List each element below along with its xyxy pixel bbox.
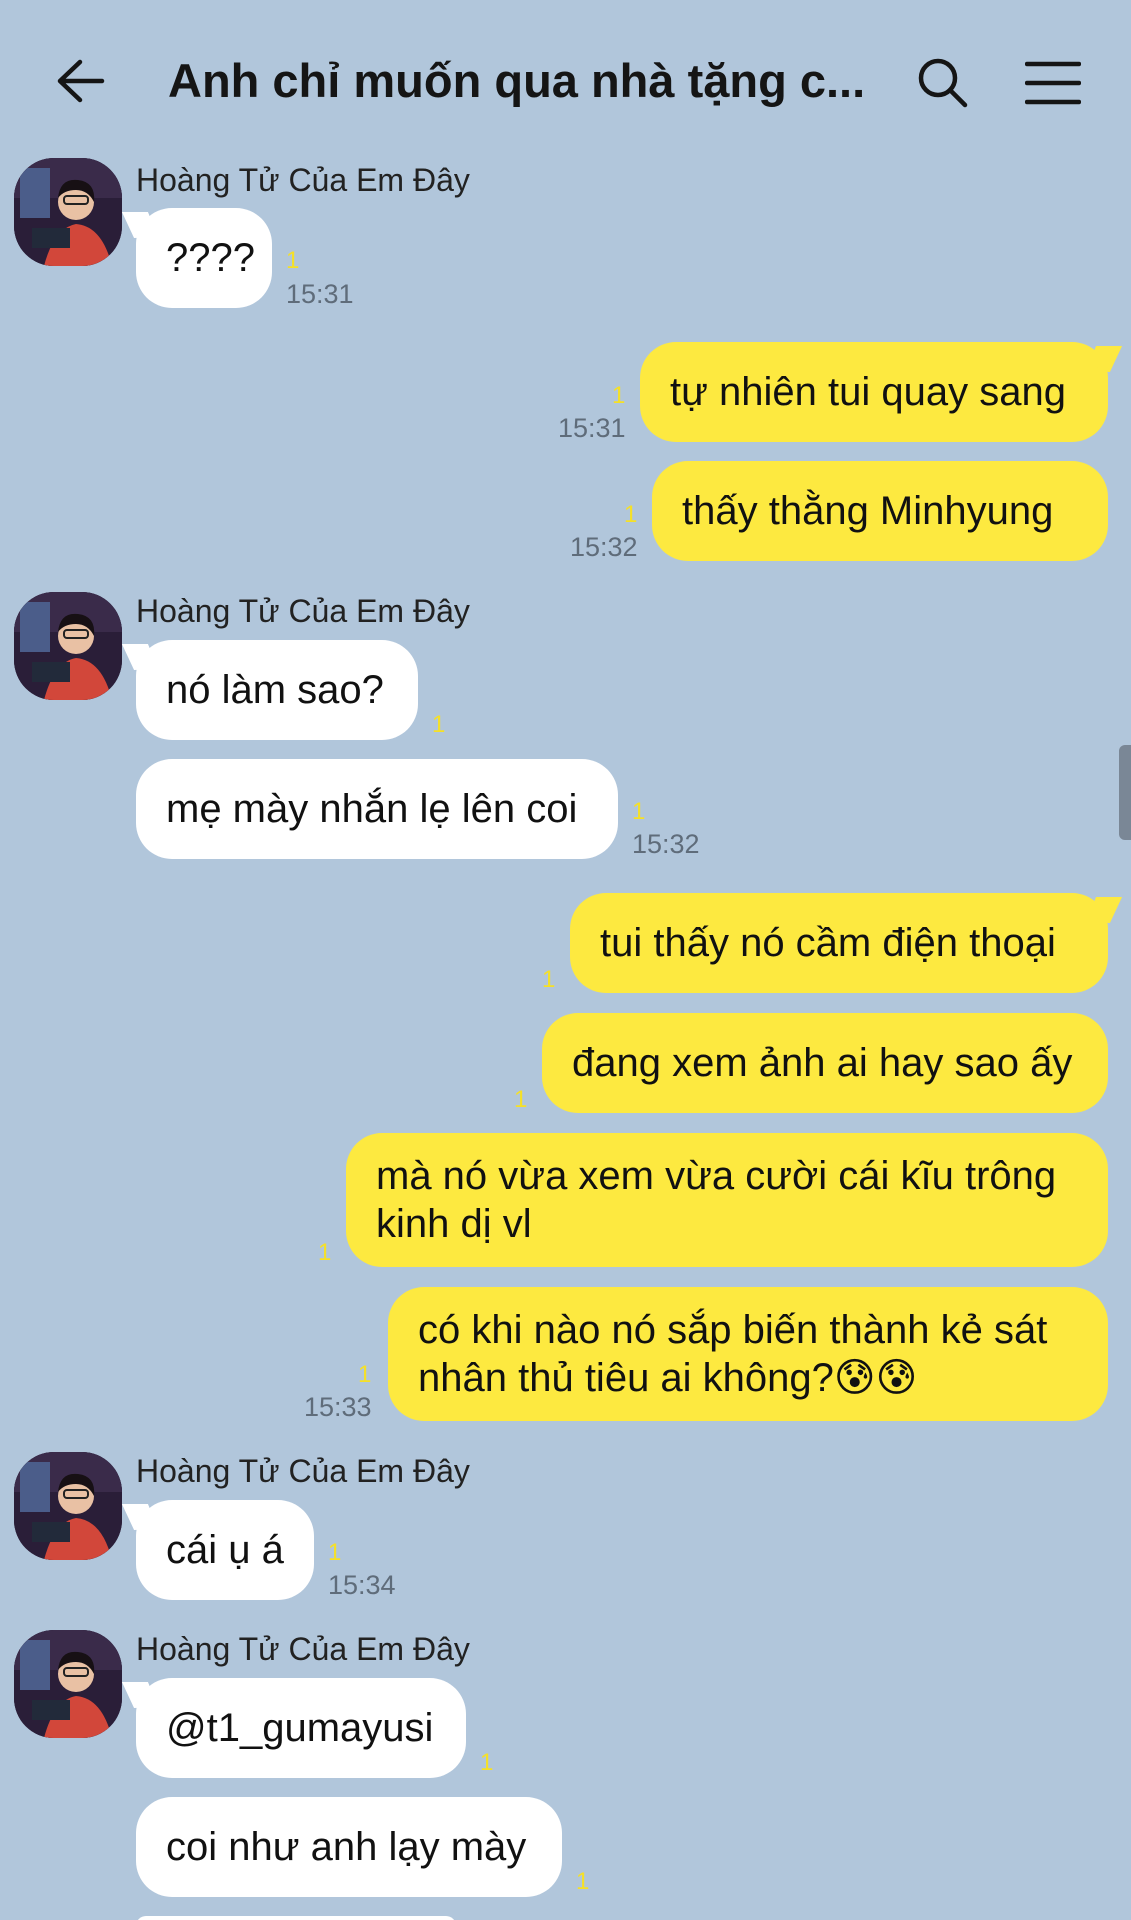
sender-name: Hoàng Tử Của Em Đây — [136, 1631, 470, 1667]
avatar-photo — [14, 158, 122, 266]
scrollbar[interactable] — [1119, 745, 1131, 840]
chat-title: Anh chỉ muốn qua nhà tặng c... — [168, 54, 866, 107]
message-bubble[interactable]: cái ụ á — [136, 1500, 314, 1600]
avatar-photo — [14, 592, 122, 700]
sender-name: Hoàng Tử Của Em Đây — [136, 1453, 470, 1489]
hamburger-menu-icon — [1025, 61, 1081, 105]
timestamp: 15:34 — [328, 1570, 396, 1600]
message-bubble[interactable]: có khi nào nó sắp biến thành kẻ sát nhân… — [388, 1287, 1108, 1421]
unread-count: 1 — [480, 1749, 494, 1776]
search-button[interactable] — [910, 50, 976, 116]
timestamp: 15:31 — [558, 413, 626, 443]
unread-count: 1 — [328, 1539, 342, 1566]
unread-count: 1 — [612, 382, 626, 409]
unread-count: 1 — [542, 966, 556, 993]
search-icon — [918, 58, 968, 108]
timestamp: 15:32 — [570, 532, 638, 562]
chat-screen: Anh chỉ muốn qua nhà tặng c... Hoàng Tử … — [0, 0, 1131, 1920]
message-bubble[interactable]: nó làm sao? — [136, 640, 418, 740]
unread-count: 1 — [358, 1361, 372, 1388]
unread-count: 1 — [514, 1086, 528, 1113]
unread-count: 1 — [318, 1239, 332, 1266]
unread-count: 1 — [632, 798, 646, 825]
menu-button[interactable] — [1020, 50, 1086, 116]
avatar[interactable] — [14, 1452, 122, 1560]
avatar[interactable] — [14, 1630, 122, 1738]
message-bubble[interactable]: tự nhiên tui quay sang — [640, 342, 1108, 442]
message-bubble[interactable]: mà nó vừa xem vừa cười cái kĩu trông kin… — [346, 1133, 1108, 1267]
unread-count: 1 — [576, 1868, 590, 1895]
back-button[interactable] — [50, 50, 112, 112]
chat-header: Anh chỉ muốn qua nhà tặng c... — [0, 0, 1131, 160]
message-bubble[interactable]: thấy thằng Minhyung — [652, 461, 1108, 561]
arrow-left-icon — [57, 59, 105, 103]
sender-name: Hoàng Tử Của Em Đây — [136, 162, 470, 198]
unread-count: 1 — [286, 247, 300, 274]
avatar-photo — [14, 1630, 122, 1738]
unread-count: 1 — [432, 711, 446, 738]
message-bubble-partial[interactable] — [136, 1916, 456, 1920]
avatar-photo — [14, 1452, 122, 1560]
message-bubble[interactable]: mẹ mày nhắn lẹ lên coi — [136, 759, 618, 859]
timestamp: 15:33 — [304, 1392, 372, 1422]
timestamp: 15:32 — [632, 829, 700, 859]
unread-count: 1 — [624, 501, 638, 528]
message-bubble[interactable]: coi như anh lạy mày — [136, 1797, 562, 1897]
message-bubble[interactable]: tui thấy nó cầm điện thoại — [570, 893, 1108, 993]
sender-name: Hoàng Tử Của Em Đây — [136, 593, 470, 629]
message-bubble[interactable]: @t1_gumayusi — [136, 1678, 466, 1778]
timestamp: 15:31 — [286, 279, 354, 309]
avatar[interactable] — [14, 592, 122, 700]
message-bubble[interactable]: ???? — [136, 208, 272, 308]
message-bubble[interactable]: đang xem ảnh ai hay sao ấy — [542, 1013, 1108, 1113]
avatar[interactable] — [14, 158, 122, 266]
